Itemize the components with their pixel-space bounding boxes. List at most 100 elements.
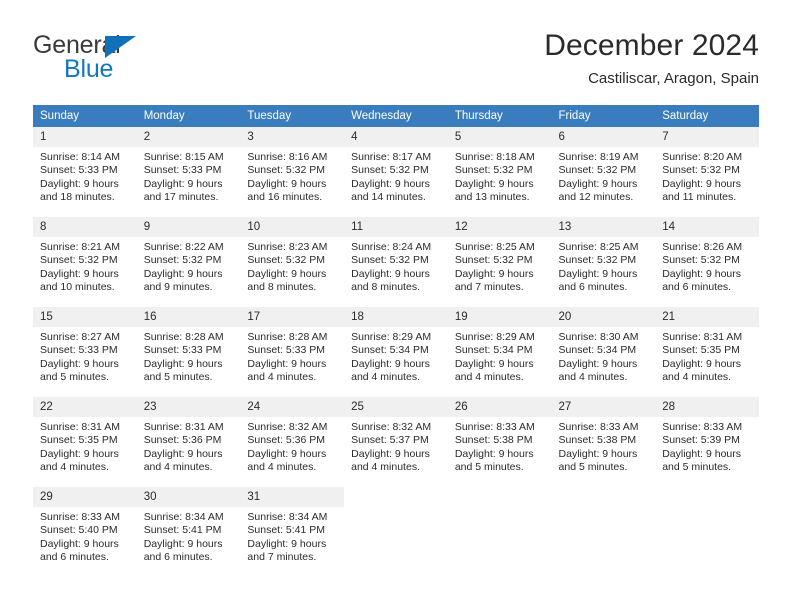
day-number: 21: [655, 307, 759, 327]
daylight-text-line1: Daylight: 9 hours: [454, 267, 534, 280]
daylight-text-line2: and 4 minutes.: [247, 371, 317, 384]
calendar-day-cell-16[interactable]: 16 Sunrise: 8:28 AM Sunset: 5:33 PM Dayligh…: [136, 307, 241, 390]
daylight-text-line2: and 4 minutes.: [558, 371, 628, 384]
day-cell-inner: 29 Sunrise: 8:33 AM Sunset: 5:40 PM Dayligh…: [33, 487, 137, 570]
calendar-day-cell-22[interactable]: 22 Sunrise: 8:31 AM Sunset: 5:35 PM Dayligh…: [33, 397, 137, 480]
daylight-text-line2: and 14 minutes.: [351, 191, 426, 204]
calendar-day-cell-18[interactable]: 18 Sunrise: 8:29 AM Sunset: 5:34 PM Dayligh…: [344, 307, 448, 390]
sunset-text: Sunset: 5:32 PM: [247, 254, 326, 267]
daylight-text-line2: and 5 minutes.: [454, 461, 524, 474]
sunset-text: Sunset: 5:32 PM: [247, 164, 326, 177]
sunset-text: Sunset: 5:32 PM: [662, 164, 740, 177]
sunset-text: Sunset: 5:32 PM: [454, 254, 533, 267]
day-details: Sunrise: 8:33 AM Sunset: 5:38 PM Daylight:…: [552, 417, 656, 475]
calendar-day-cell-empty: [655, 487, 759, 570]
calendar-day-cell-6[interactable]: 6 Sunrise: 8:19 AM Sunset: 5:32 PM Daylight…: [551, 127, 656, 210]
sunset-text: Sunset: 5:32 PM: [662, 254, 740, 267]
day-details: Sunrise: 8:19 AM Sunset: 5:32 PM Daylight:…: [552, 147, 656, 205]
daylight-text-line1: Daylight: 9 hours: [247, 267, 327, 280]
daylight-text-line2: and 5 minutes.: [143, 371, 213, 384]
daylight-text-line2: and 9 minutes.: [143, 281, 213, 294]
day-cell-inner: 28 Sunrise: 8:33 AM Sunset: 5:39 PM Dayligh…: [655, 397, 759, 480]
day-cell-inner: 17 Sunrise: 8:28 AM Sunset: 5:33 PM Dayligh…: [240, 307, 345, 390]
week-spacer: [33, 390, 759, 397]
day-cell-inner: 30 Sunrise: 8:34 AM Sunset: 5:41 PM Dayligh…: [136, 487, 241, 570]
general-blue-logo[interactable]: General Blue: [33, 33, 213, 85]
sunrise-text: Sunrise: 8:15 AM: [143, 151, 224, 163]
week-spacer-cell: [33, 390, 759, 397]
calendar-day-cell-26[interactable]: 26 Sunrise: 8:33 AM Sunset: 5:38 PM Dayligh…: [447, 397, 552, 480]
day-number: [655, 487, 759, 507]
daylight-text-line2: and 4 minutes.: [662, 371, 732, 384]
calendar-day-cell-24[interactable]: 24 Sunrise: 8:32 AM Sunset: 5:36 PM Dayligh…: [240, 397, 345, 480]
daylight-text-line1: Daylight: 9 hours: [454, 447, 534, 460]
calendar-day-cell-19[interactable]: 19 Sunrise: 8:29 AM Sunset: 5:34 PM Dayligh…: [447, 307, 552, 390]
day-number: 24: [240, 397, 345, 417]
day-cell-inner: 8 Sunrise: 8:21 AM Sunset: 5:32 PM Daylight…: [33, 217, 137, 300]
calendar-day-cell-10[interactable]: 10 Sunrise: 8:23 AM Sunset: 5:32 PM Dayligh…: [240, 217, 345, 300]
day-number: 17: [240, 307, 345, 327]
day-cell-inner: 19 Sunrise: 8:29 AM Sunset: 5:34 PM Dayligh…: [447, 307, 552, 390]
calendar-week-row: 29 Sunrise: 8:33 AM Sunset: 5:40 PM Dayligh…: [33, 487, 759, 570]
calendar-day-cell-14[interactable]: 14 Sunrise: 8:26 AM Sunset: 5:32 PM Dayligh…: [655, 217, 759, 300]
sunset-text: Sunset: 5:39 PM: [662, 434, 740, 447]
calendar-day-cell-7[interactable]: 7 Sunrise: 8:20 AM Sunset: 5:32 PM Daylight…: [655, 127, 759, 210]
calendar-day-cell-17[interactable]: 17 Sunrise: 8:28 AM Sunset: 5:33 PM Dayligh…: [240, 307, 345, 390]
calendar-day-cell-11[interactable]: 11 Sunrise: 8:24 AM Sunset: 5:32 PM Dayligh…: [344, 217, 448, 300]
daylight-text-line2: and 5 minutes.: [40, 371, 109, 384]
calendar-day-cell-25[interactable]: 25 Sunrise: 8:32 AM Sunset: 5:37 PM Dayligh…: [344, 397, 448, 480]
sunrise-text: Sunrise: 8:20 AM: [662, 151, 743, 163]
calendar-day-cell-4[interactable]: 4 Sunrise: 8:17 AM Sunset: 5:32 PM Daylight…: [344, 127, 448, 210]
daylight-text-line2: and 7 minutes.: [454, 281, 524, 294]
daylight-text-line1: Daylight: 9 hours: [247, 357, 327, 370]
sunset-text: Sunset: 5:33 PM: [40, 344, 118, 357]
day-details: Sunrise: 8:25 AM Sunset: 5:32 PM Daylight:…: [448, 237, 552, 295]
day-cell-inner: 6 Sunrise: 8:19 AM Sunset: 5:32 PM Daylight…: [551, 127, 656, 210]
day-details: Sunrise: 8:32 AM Sunset: 5:36 PM Daylight:…: [240, 417, 344, 475]
calendar-day-cell-23[interactable]: 23 Sunrise: 8:31 AM Sunset: 5:36 PM Dayligh…: [136, 397, 241, 480]
daylight-text-line1: Daylight: 9 hours: [454, 357, 534, 370]
day-details: Sunrise: 8:15 AM Sunset: 5:33 PM Daylight:…: [137, 147, 241, 205]
daylight-text-line1: Daylight: 9 hours: [40, 267, 119, 280]
day-details: Sunrise: 8:16 AM Sunset: 5:32 PM Daylight:…: [240, 147, 344, 205]
day-cell-inner: [448, 487, 552, 570]
calendar-day-cell-5[interactable]: 5 Sunrise: 8:18 AM Sunset: 5:32 PM Daylight…: [447, 127, 552, 210]
day-number: 7: [655, 127, 759, 147]
calendar-day-cell-28[interactable]: 28 Sunrise: 8:33 AM Sunset: 5:39 PM Dayligh…: [655, 397, 759, 480]
calendar-day-cell-12[interactable]: 12 Sunrise: 8:25 AM Sunset: 5:32 PM Dayligh…: [447, 217, 552, 300]
day-cell-inner: 27 Sunrise: 8:33 AM Sunset: 5:38 PM Dayligh…: [551, 397, 656, 480]
sunset-text: Sunset: 5:41 PM: [247, 524, 326, 537]
day-details: Sunrise: 8:29 AM Sunset: 5:34 PM Daylight:…: [344, 327, 448, 385]
calendar-day-cell-20[interactable]: 20 Sunrise: 8:30 AM Sunset: 5:34 PM Dayligh…: [551, 307, 656, 390]
day-cell-inner: 14 Sunrise: 8:26 AM Sunset: 5:32 PM Dayligh…: [655, 217, 759, 300]
calendar-day-cell-29[interactable]: 29 Sunrise: 8:33 AM Sunset: 5:40 PM Dayligh…: [33, 487, 137, 570]
daylight-text-line1: Daylight: 9 hours: [351, 447, 430, 460]
calendar-day-cell-3[interactable]: 3 Sunrise: 8:16 AM Sunset: 5:32 PM Daylight…: [240, 127, 345, 210]
day-details: Sunrise: 8:28 AM Sunset: 5:33 PM Daylight:…: [137, 327, 241, 385]
calendar-day-cell-27[interactable]: 27 Sunrise: 8:33 AM Sunset: 5:38 PM Dayligh…: [551, 397, 656, 480]
daylight-text-line2: and 5 minutes.: [558, 461, 628, 474]
day-cell-inner: 26 Sunrise: 8:33 AM Sunset: 5:38 PM Dayligh…: [447, 397, 552, 480]
sunrise-text: Sunrise: 8:24 AM: [351, 241, 432, 253]
calendar-day-cell-21[interactable]: 21 Sunrise: 8:31 AM Sunset: 5:35 PM Dayligh…: [655, 307, 759, 390]
calendar-week-row: 22 Sunrise: 8:31 AM Sunset: 5:35 PM Dayligh…: [33, 397, 759, 480]
daylight-text-line2: and 10 minutes.: [40, 281, 115, 294]
calendar-day-cell-2[interactable]: 2 Sunrise: 8:15 AM Sunset: 5:33 PM Daylight…: [136, 127, 241, 210]
sunset-text: Sunset: 5:32 PM: [143, 254, 222, 267]
sunrise-text: Sunrise: 8:16 AM: [247, 151, 328, 163]
daylight-text-line1: Daylight: 9 hours: [40, 537, 119, 550]
daylight-text-line1: Daylight: 9 hours: [351, 267, 430, 280]
calendar-day-cell-9[interactable]: 9 Sunrise: 8:22 AM Sunset: 5:32 PM Daylight…: [136, 217, 241, 300]
calendar-day-cell-15[interactable]: 15 Sunrise: 8:27 AM Sunset: 5:33 PM Dayligh…: [33, 307, 137, 390]
calendar-day-cell-31[interactable]: 31 Sunrise: 8:34 AM Sunset: 5:41 PM Dayligh…: [240, 487, 345, 570]
day-cell-inner: 5 Sunrise: 8:18 AM Sunset: 5:32 PM Daylight…: [447, 127, 552, 210]
daylight-text-line2: and 13 minutes.: [454, 191, 530, 204]
sunset-text: Sunset: 5:35 PM: [40, 434, 118, 447]
weekday-header-sunday: Sunday: [33, 105, 137, 127]
calendar-day-cell-30[interactable]: 30 Sunrise: 8:34 AM Sunset: 5:41 PM Dayligh…: [136, 487, 241, 570]
calendar-day-cell-13[interactable]: 13 Sunrise: 8:25 AM Sunset: 5:32 PM Dayligh…: [551, 217, 656, 300]
sunrise-text: Sunrise: 8:14 AM: [40, 151, 120, 163]
calendar-day-cell-8[interactable]: 8 Sunrise: 8:21 AM Sunset: 5:32 PM Daylight…: [33, 217, 137, 300]
day-cell-inner: 4 Sunrise: 8:17 AM Sunset: 5:32 PM Daylight…: [344, 127, 448, 210]
calendar-day-cell-1[interactable]: 1 Sunrise: 8:14 AM Sunset: 5:33 PM Daylight…: [33, 127, 137, 210]
